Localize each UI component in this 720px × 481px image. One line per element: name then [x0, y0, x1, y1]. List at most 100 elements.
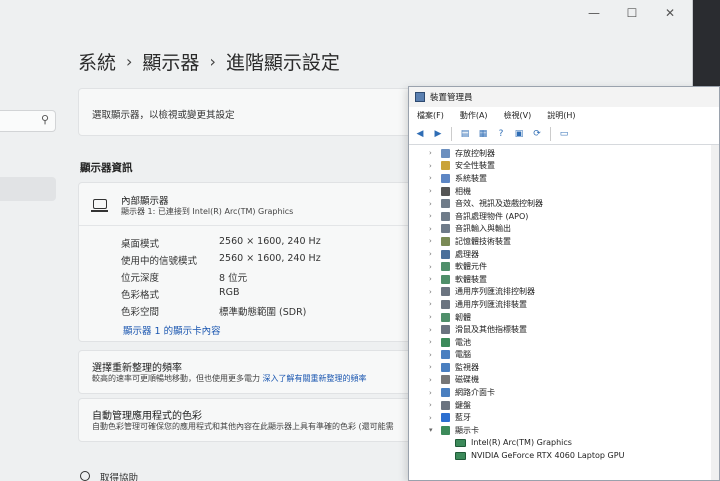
- chevron-right-icon[interactable]: ›: [429, 174, 432, 182]
- menu-action[interactable]: 動作(A): [460, 110, 488, 121]
- device-manager-title: 裝置管理員: [430, 93, 473, 103]
- tree-item[interactable]: › 磁碟機: [409, 374, 719, 387]
- get-help-link[interactable]: 取得協助: [80, 470, 138, 481]
- search-icon[interactable]: ⚲: [41, 113, 49, 126]
- chevron-right-icon[interactable]: ›: [429, 162, 432, 170]
- chevron-right-icon[interactable]: ›: [429, 200, 432, 208]
- chevron-right-icon[interactable]: ›: [429, 149, 432, 157]
- chevron-right-icon[interactable]: ›: [429, 351, 432, 359]
- maximize-button[interactable]: ☐: [624, 6, 640, 20]
- chevron-right-icon[interactable]: ›: [429, 212, 432, 220]
- scrollbar[interactable]: [711, 145, 719, 480]
- device-category-icon: [441, 312, 450, 322]
- tree-item[interactable]: › 相機: [409, 185, 719, 198]
- tree-item[interactable]: › 電池: [409, 336, 719, 349]
- chevron-right-icon: ›: [209, 52, 216, 71]
- prop-label-desktop-mode: 桌面模式: [121, 239, 160, 250]
- forward-arrow-icon[interactable]: ▶: [431, 127, 445, 141]
- tree-item[interactable]: › 軟體元件: [409, 260, 719, 273]
- back-arrow-icon[interactable]: ◀: [413, 127, 427, 141]
- tree-item[interactable]: › 系統裝置: [409, 172, 719, 185]
- menu-help[interactable]: 說明(H): [547, 110, 575, 121]
- tree-item[interactable]: › 鍵盤: [409, 399, 719, 412]
- menu-file[interactable]: 檔案(F): [417, 110, 444, 121]
- tree-item[interactable]: › 處理器: [409, 248, 719, 261]
- chevron-right-icon[interactable]: ›: [429, 376, 432, 384]
- display-adapter-label: Intel(R) Arc(TM) Graphics: [471, 438, 572, 448]
- tree-item-label: 軟體元件: [455, 262, 487, 272]
- close-button[interactable]: ✕: [662, 6, 678, 20]
- display-adapter-icon: [455, 438, 466, 447]
- tree-item[interactable]: › 存放控制器: [409, 147, 719, 160]
- tree-item[interactable]: › 監視器: [409, 361, 719, 374]
- tree-item[interactable]: › 記憶體技術裝置: [409, 235, 719, 248]
- minimize-button[interactable]: —: [586, 6, 602, 20]
- device-category-icon: [441, 350, 450, 360]
- device-category-icon: [441, 173, 450, 183]
- scan-hardware-icon[interactable]: ⟳: [530, 127, 544, 141]
- sidebar-item-selected[interactable]: [0, 177, 56, 201]
- chevron-right-icon[interactable]: ›: [429, 263, 432, 271]
- get-help-label: 取得協助: [100, 473, 139, 481]
- select-display-card[interactable]: 選取顯示器，以檢視或變更其設定: [78, 88, 418, 136]
- device-category-icon: [441, 425, 450, 435]
- menu-view[interactable]: 檢視(V): [504, 110, 532, 121]
- display-adapter-item[interactable]: Intel(R) Arc(TM) Graphics: [409, 437, 719, 450]
- chevron-right-icon[interactable]: ›: [429, 363, 432, 371]
- device-category-icon: [441, 249, 450, 259]
- chevron-right-icon[interactable]: ›: [429, 250, 432, 258]
- auto-color-card[interactable]: 自動管理應用程式的色彩 自動色彩管理可確保您的應用程式和其他內容在此顯示器上具有…: [78, 398, 418, 442]
- window-controls: — ☐ ✕: [586, 6, 678, 20]
- chevron-right-icon[interactable]: ›: [429, 237, 432, 245]
- tree-item[interactable]: › 安全性裝置: [409, 160, 719, 173]
- chevron-right-icon[interactable]: ›: [429, 187, 432, 195]
- breadcrumb-display[interactable]: 顯示器: [142, 48, 199, 75]
- chevron-right-icon[interactable]: ›: [429, 414, 432, 422]
- tree-item[interactable]: › 滑鼠及其他指標裝置: [409, 323, 719, 336]
- tree-item[interactable]: › 軟體裝置: [409, 273, 719, 286]
- chevron-right-icon[interactable]: ›: [429, 313, 432, 321]
- chevron-right-icon[interactable]: ›: [429, 389, 432, 397]
- adapter-properties-link[interactable]: 顯示器 1 的顯示卡內容: [123, 323, 221, 337]
- search-input[interactable]: ⚲: [0, 110, 56, 132]
- show-hide-icon[interactable]: ▦: [476, 127, 490, 141]
- chevron-right-icon[interactable]: ›: [429, 275, 432, 283]
- tree-item[interactable]: › 通用序列匯流排控制器: [409, 286, 719, 299]
- display-adapter-label: NVIDIA GeForce RTX 4060 Laptop GPU: [471, 451, 625, 461]
- refresh-rate-desc: 較高的速率可更順暢地移動，但也使用更多電力 深入了解有關重新整理的頻率: [92, 373, 367, 384]
- device-category-icon: [441, 211, 450, 221]
- device-category-icon: [441, 186, 450, 196]
- tree-item-label: 存放控制器: [455, 148, 495, 158]
- chevron-right-icon[interactable]: ›: [429, 288, 432, 296]
- chevron-right-icon[interactable]: ›: [429, 401, 432, 409]
- tree-item[interactable]: › 音訊輸入與輸出: [409, 223, 719, 236]
- tree-item[interactable]: ▾ 顯示卡: [409, 424, 719, 437]
- properties-icon[interactable]: ▤: [458, 127, 472, 141]
- tree-item[interactable]: › 音效、視訊及遊戲控制器: [409, 197, 719, 210]
- refresh-rate-card[interactable]: 選擇重新整理的頻率 較高的速率可更順暢地移動，但也使用更多電力 深入了解有關重新…: [78, 350, 418, 394]
- display-adapter-item[interactable]: NVIDIA GeForce RTX 4060 Laptop GPU: [409, 449, 719, 462]
- chevron-right-icon[interactable]: ›: [429, 338, 432, 346]
- tree-item[interactable]: › 音訊處理物件 (APO): [409, 210, 719, 223]
- prop-label-color-format: 色彩格式: [121, 290, 160, 301]
- breadcrumb-system[interactable]: 系統: [78, 48, 116, 75]
- tree-item[interactable]: › 通用序列匯流排裝置: [409, 298, 719, 311]
- device-category-icon: [441, 287, 450, 297]
- monitor-icon[interactable]: ▭: [557, 127, 571, 141]
- tree-item-label: 網路介面卡: [455, 388, 495, 398]
- tree-item[interactable]: › 韌體: [409, 311, 719, 324]
- help-icon[interactable]: ?: [494, 127, 508, 141]
- update-driver-icon[interactable]: ▣: [512, 127, 526, 141]
- tree-item-label: 音訊處理物件 (APO): [455, 211, 529, 221]
- chevron-down-icon[interactable]: ▾: [429, 426, 433, 434]
- chevron-right-icon[interactable]: ›: [429, 225, 432, 233]
- tree-item[interactable]: › 電腦: [409, 349, 719, 362]
- tree-item[interactable]: › 藍牙: [409, 411, 719, 424]
- display-info-card: 內部顯示器 顯示器 1: 已連接到 Intel(R) Arc(TM) Graph…: [78, 182, 418, 342]
- chevron-right-icon[interactable]: ›: [429, 326, 432, 334]
- refresh-rate-learn-more-link[interactable]: 深入了解有關重新整理的頻率: [263, 374, 367, 383]
- chevron-right-icon[interactable]: ›: [429, 300, 432, 308]
- prop-label-color-space: 色彩空間: [121, 307, 160, 318]
- chevron-right-icon: ›: [126, 52, 133, 71]
- tree-item[interactable]: › 網路介面卡: [409, 386, 719, 399]
